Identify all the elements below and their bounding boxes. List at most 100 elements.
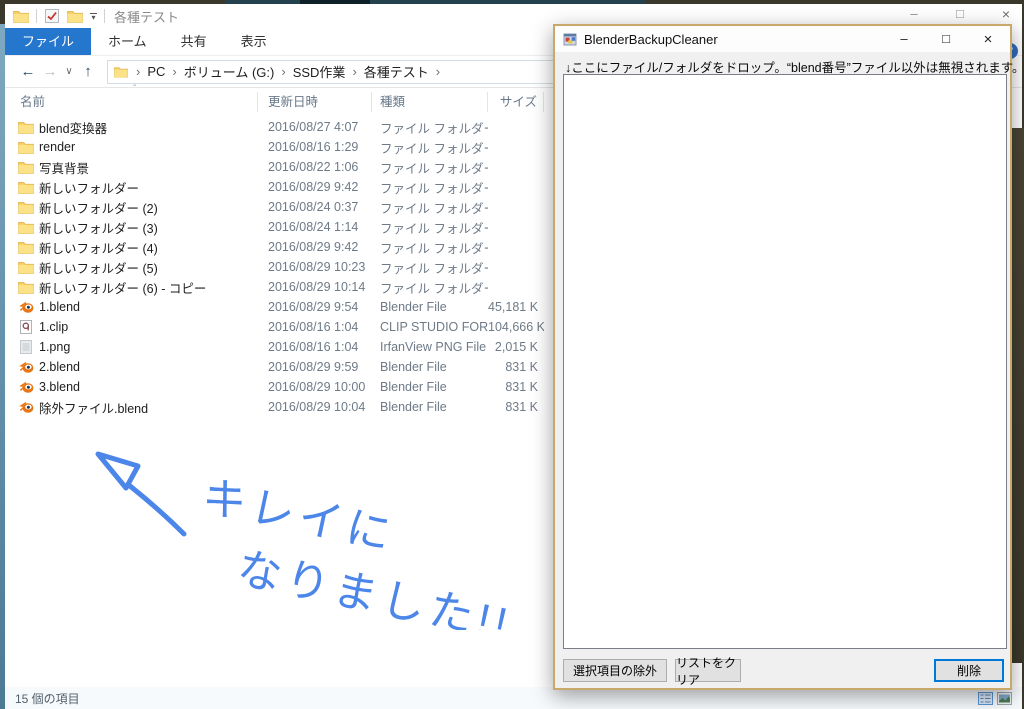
column-header-size[interactable]: サイズ xyxy=(488,92,544,112)
file-row[interactable]: 新しいフォルダー (5) 2016/08/29 10:23 ファイル フォルダー xyxy=(5,257,551,277)
breadcrumb-item[interactable]: 各種テスト xyxy=(360,62,433,81)
file-type: Blender File xyxy=(380,360,447,374)
breadcrumb-item[interactable]: PC xyxy=(143,64,169,79)
folder-icon xyxy=(113,66,129,78)
file-name: 新しいフォルダー (3) xyxy=(39,221,158,236)
file-type: ファイル フォルダー xyxy=(380,201,488,216)
maximize-icon[interactable]: □ xyxy=(952,6,968,22)
file-row[interactable]: 写真背景 2016/08/22 1:06 ファイル フォルダー xyxy=(5,157,551,177)
breadcrumb-item[interactable]: SSD作業 xyxy=(289,62,350,81)
properties-check-icon[interactable] xyxy=(44,9,60,23)
file-date: 2016/08/29 9:59 xyxy=(268,360,359,374)
file-row[interactable]: 新しいフォルダー (2) 2016/08/24 0:37 ファイル フォルダー xyxy=(5,197,551,217)
file-name: 1.clip xyxy=(39,320,69,334)
chevron-right-icon[interactable]: › xyxy=(349,64,359,79)
file-row[interactable]: 新しいフォルダー (4) 2016/08/29 9:42 ファイル フォルダー xyxy=(5,237,551,257)
file-row[interactable]: 2.blend 2016/08/29 9:59 Blender File 831 K xyxy=(5,357,551,377)
folder-icon xyxy=(18,161,34,174)
history-dropdown-icon[interactable]: ∨ xyxy=(61,66,77,77)
file-type: Blender File xyxy=(380,400,447,414)
file-date: 2016/08/27 4:07 xyxy=(268,120,359,134)
back-icon[interactable]: ← xyxy=(17,63,39,80)
drop-list-box[interactable] xyxy=(563,74,1007,649)
file-row[interactable]: render 2016/08/16 1:29 ファイル フォルダー xyxy=(5,137,551,157)
customize-toolbar-dropdown-icon[interactable]: ▾ xyxy=(90,12,97,21)
file-row[interactable]: 除外ファイル.blend 2016/08/29 10:04 Blender File… xyxy=(5,397,551,417)
chevron-right-icon[interactable]: › xyxy=(433,64,443,79)
close-icon[interactable]: × xyxy=(998,6,1014,22)
dialog-title: BlenderBackupCleaner xyxy=(584,31,718,47)
file-row[interactable]: 3.blend 2016/08/29 10:00 Blender File 831 K xyxy=(5,377,551,397)
file-row[interactable]: 新しいフォルダー 2016/08/29 9:42 ファイル フォルダー xyxy=(5,177,551,197)
file-name: 除外ファイル.blend xyxy=(39,401,149,416)
file-type: IrfanView PNG File xyxy=(380,340,487,354)
maximize-icon[interactable]: □ xyxy=(938,31,954,48)
file-date: 2016/08/29 10:00 xyxy=(268,380,366,394)
status-bar: 15 個の項目 xyxy=(5,687,1022,709)
file-date: 2016/08/29 10:14 xyxy=(268,280,366,294)
file-row[interactable]: 新しいフォルダー (3) 2016/08/24 1:14 ファイル フォルダー xyxy=(5,217,551,237)
file-name: blend変換器 xyxy=(39,121,108,136)
annotation-line1: キレイに xyxy=(198,472,400,561)
file-size: 2,015 K xyxy=(494,340,538,354)
file-row[interactable]: 1.blend 2016/08/29 9:54 Blender File 45,181… xyxy=(5,297,551,317)
tab-0[interactable]: ファイル xyxy=(5,28,92,55)
file-date: 2016/08/16 1:29 xyxy=(268,140,359,154)
handwritten-annotation: キレイに なりました!! xyxy=(95,451,516,630)
file-row[interactable]: 1.clip 2016/08/16 1:04 CLIP STUDIO FOR... 1… xyxy=(5,317,551,337)
file-row[interactable]: 1.png 2016/08/16 1:04 IrfanView PNG File 2,… xyxy=(5,337,551,357)
file-type: ファイル フォルダー xyxy=(380,281,488,296)
column-header-name[interactable]: 名前 xyxy=(18,92,258,112)
file-date: 2016/08/24 1:14 xyxy=(268,220,359,234)
explorer-window-controls: – □ × xyxy=(906,6,1014,22)
file-date: 2016/08/24 0:37 xyxy=(268,200,359,214)
exclude-selected-button[interactable]: 選択項目の除外 xyxy=(563,659,667,682)
file-type: Blender File xyxy=(380,380,447,394)
file-size: 831 K xyxy=(505,380,538,394)
file-date: 2016/08/29 10:04 xyxy=(268,400,366,414)
tab-2[interactable]: 共有 xyxy=(164,28,224,55)
folder-icon xyxy=(18,281,34,294)
column-header-type[interactable]: 種類 xyxy=(372,92,488,112)
file-type: ファイル フォルダー xyxy=(380,121,488,136)
blender-icon xyxy=(18,361,34,374)
minimize-icon[interactable]: – xyxy=(906,6,922,22)
up-icon[interactable]: ↑ xyxy=(77,63,99,80)
clear-list-button[interactable]: リストをクリア xyxy=(675,656,741,687)
new-folder-icon[interactable] xyxy=(67,10,83,23)
chevron-right-icon[interactable]: › xyxy=(278,64,288,79)
file-name: 2.blend xyxy=(39,360,81,374)
dialog-title-bar[interactable]: BlenderBackupCleaner – □ × xyxy=(555,26,1010,52)
file-size: 831 K xyxy=(505,400,538,414)
details-view-icon[interactable] xyxy=(978,691,993,705)
file-date: 2016/08/29 9:42 xyxy=(268,240,359,254)
close-icon[interactable]: × xyxy=(980,31,996,48)
file-type: ファイル フォルダー xyxy=(380,241,488,256)
chevron-right-icon[interactable]: › xyxy=(169,64,179,79)
tab-3[interactable]: 表示 xyxy=(224,28,284,55)
file-size: 831 K xyxy=(505,360,538,374)
dialog-window-controls: – □ × xyxy=(896,31,996,48)
tab-1[interactable]: ホーム xyxy=(91,28,164,55)
column-header-date[interactable]: 更新日時 xyxy=(258,92,372,112)
file-name: 新しいフォルダー xyxy=(39,181,140,196)
minimize-icon[interactable]: – xyxy=(896,31,912,48)
thumbnail-view-icon[interactable] xyxy=(997,691,1012,705)
background-dark-window-edge xyxy=(1012,128,1024,663)
file-name: 新しいフォルダー (6) - コピー xyxy=(39,281,207,296)
file-name: 新しいフォルダー (2) xyxy=(39,201,158,216)
view-buttons xyxy=(978,691,1012,705)
blender-backup-cleaner-window: BlenderBackupCleaner – □ × ↓ここにファイル/フォルダ… xyxy=(553,24,1024,690)
file-row[interactable]: 新しいフォルダー (6) - コピー 2016/08/29 10:14 ファイル フ… xyxy=(5,277,551,297)
breadcrumb-item[interactable]: ボリューム (G:) xyxy=(180,62,279,81)
arrow-shaft xyxy=(127,483,187,537)
file-date: 2016/08/29 9:42 xyxy=(268,180,359,194)
file-date: 2016/08/29 10:23 xyxy=(268,260,366,274)
forward-icon[interactable]: → xyxy=(39,63,61,80)
file-date: 2016/08/22 1:06 xyxy=(268,160,359,174)
folder-icon xyxy=(18,241,34,254)
delete-button[interactable]: 削除 xyxy=(934,659,1004,682)
folder-icon xyxy=(18,181,34,194)
file-row[interactable]: blend変換器 2016/08/27 4:07 ファイル フォルダー xyxy=(5,117,551,137)
folder-icon[interactable] xyxy=(13,10,29,23)
